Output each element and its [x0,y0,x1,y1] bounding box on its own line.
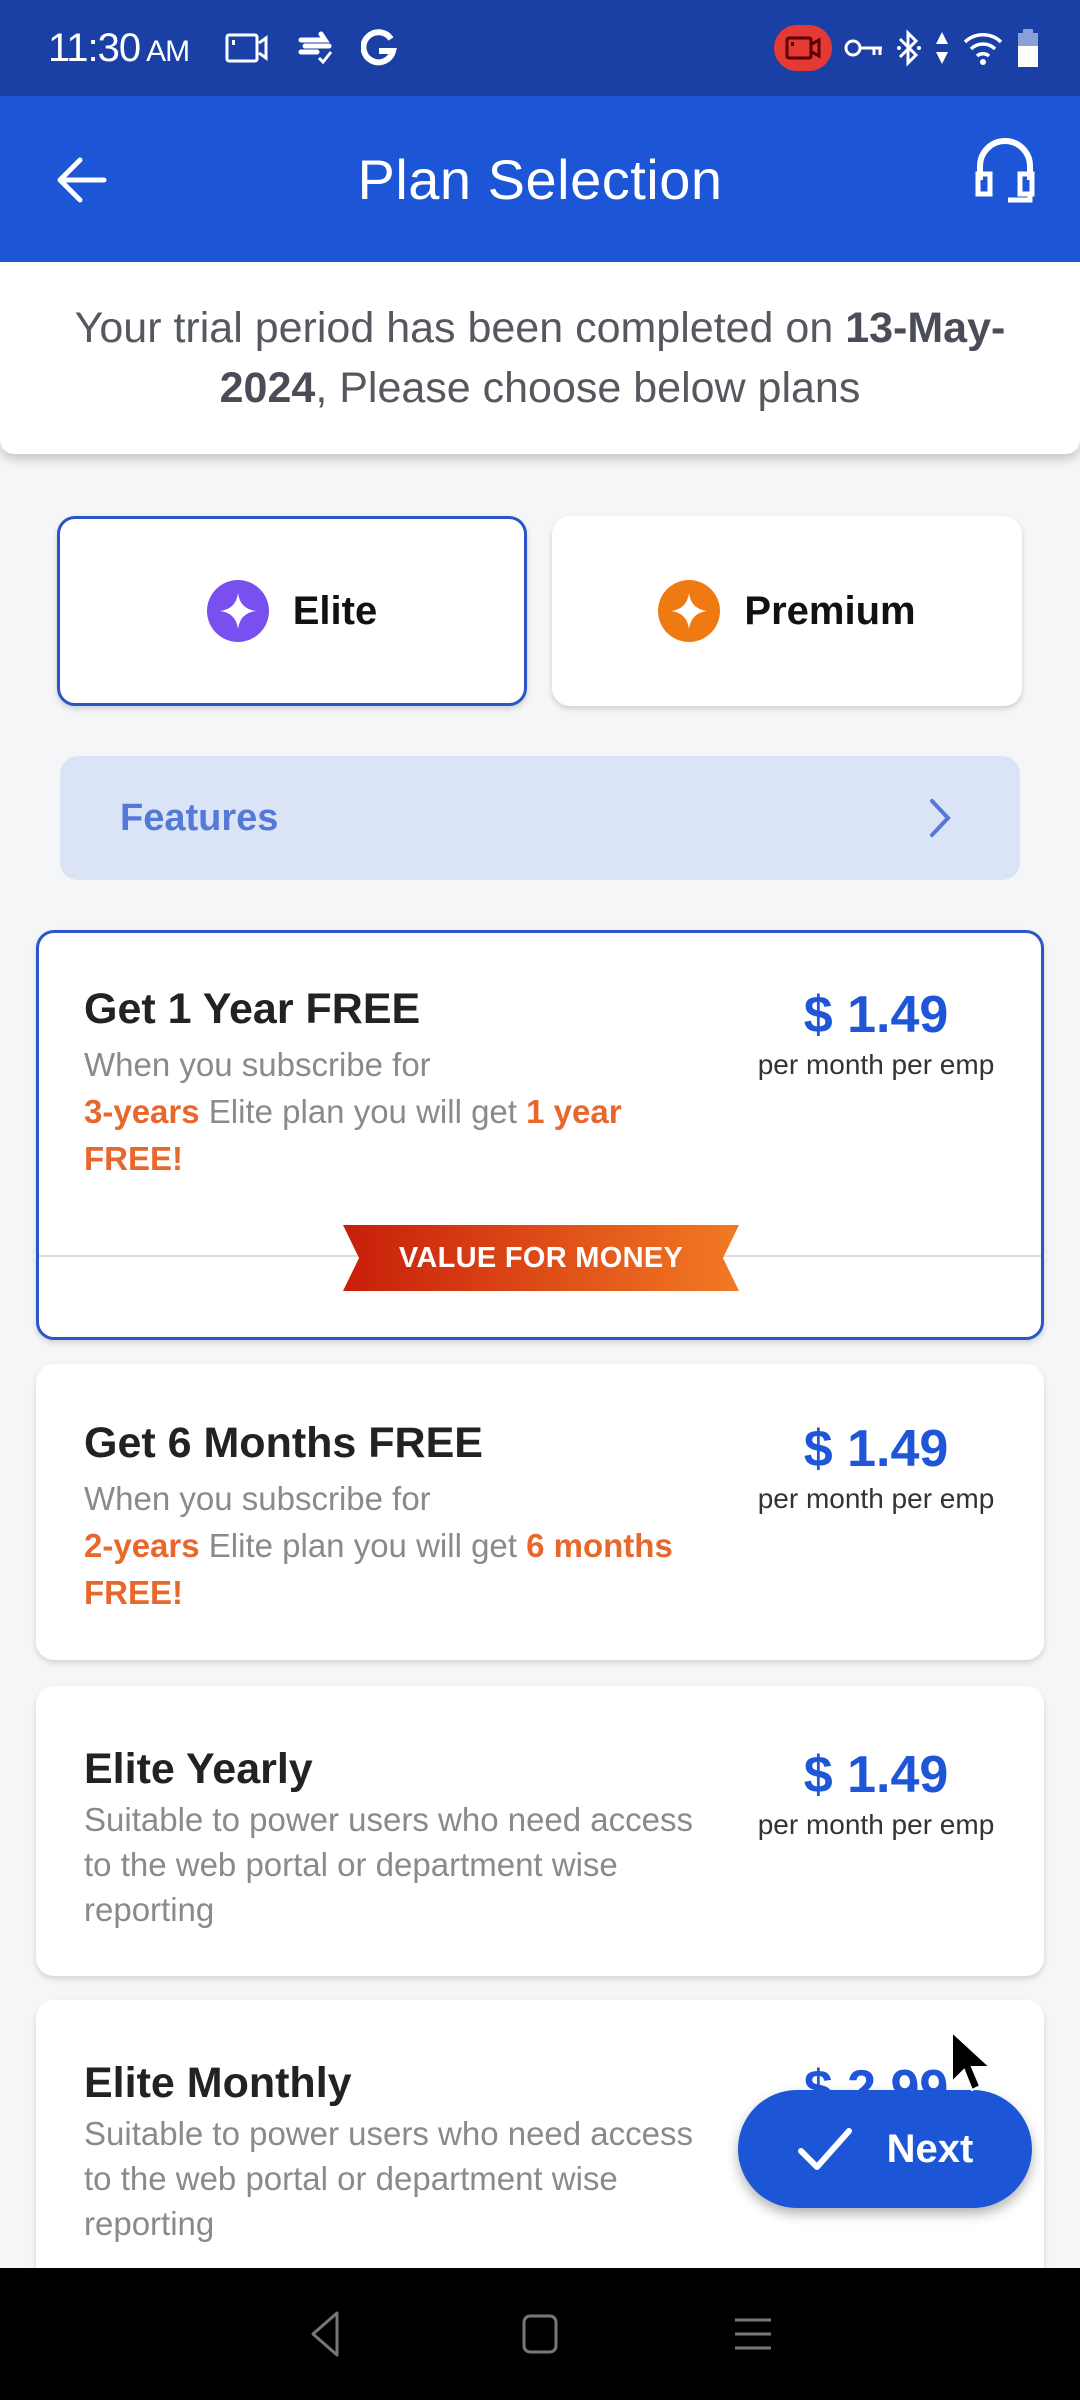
page-title: Plan Selection [357,147,723,211]
data-arrows-icon [934,30,950,66]
price-unit: per month per emp [757,1809,995,1840]
nav-back-button[interactable] [297,2304,357,2364]
value-for-money-ribbon: VALUE FOR MONEY [343,1225,739,1291]
elite-star-icon [206,580,269,642]
plan-price: $ 1.49 per month per emp [751,985,1001,1081]
plan-title: Get 1 Year FREE [84,985,421,1033]
arrow-left-icon [57,157,107,203]
system-nav-bar [0,2268,1080,2400]
status-time-value: 11:30 [48,25,141,70]
plan-description: Suitable to power users who need access … [84,1801,694,1928]
price-unit: per month per emp [757,1483,995,1514]
premium-star-icon [658,580,721,642]
price-unit: per month per emp [757,1049,995,1080]
plan-title: Elite Yearly [84,1745,313,1793]
home-nav-icon [522,2314,558,2354]
trial-message-prefix: Your trial period has been completed on [74,304,846,352]
desc-text: When you subscribe for [84,1046,431,1083]
status-time: 11:30 AM [48,25,190,71]
mouse-cursor-icon [951,2030,993,2092]
trial-message: Your trial period has been completed on … [70,298,1010,418]
plan-tab-premium[interactable]: Premium [552,516,1022,706]
status-right-icons [774,25,1040,71]
trial-banner: Your trial period has been completed on … [0,262,1080,454]
ribbon-label: VALUE FOR MONEY [398,1241,684,1274]
price-amount: $ 1.49 [803,986,949,1044]
plan-tab-label: Premium [744,588,916,633]
next-button-label: Next [886,2126,974,2171]
back-nav-icon [311,2311,339,2357]
headset-icon [975,138,1035,203]
plan-description: Suitable to power users who need access … [84,2115,694,2242]
plan-price: $ 1.49 per month per emp [751,1419,1001,1515]
price-amount: $ 1.49 [803,1420,949,1478]
checkmark-icon [797,2128,852,2170]
chevron-right-icon [930,799,951,837]
app-bar: Plan Selection [0,96,1080,262]
plan-tab-elite[interactable]: Elite [57,516,527,706]
plan-tab-label: Elite [292,588,378,633]
google-icon [361,29,398,67]
wifi-icon [962,30,1004,66]
recording-badge-icon [774,25,832,71]
screen-record-icon [225,32,269,64]
desc-text: When you subscribe for [84,1480,431,1517]
plan-price: $ 1.49 per month per emp [751,1745,1001,1841]
nav-recents-button[interactable] [723,2304,783,2364]
status-bar: 11:30 AM [0,0,1080,96]
plan-card-6-months-free[interactable]: Get 6 Months FREE When you subscribe for… [36,1364,1044,1660]
plan-description: When you subscribe for 2-years Elite pla… [84,1475,724,1616]
features-row[interactable]: Features [60,756,1020,880]
recents-nav-icon [735,2318,772,2350]
desc-highlight: 2-years [84,1527,200,1564]
status-time-ampm: AM [146,34,190,68]
plan-title: Elite Monthly [84,2059,352,2107]
plan-description: When you subscribe for 3-years Elite pla… [84,1041,724,1182]
support-button[interactable] [970,136,1040,206]
trial-message-suffix: , Please choose below plans [315,364,861,412]
vpn-key-icon [844,36,884,60]
desc-text: Elite plan you will get [199,1093,527,1130]
status-left-icons [225,29,398,67]
plan-title: Get 6 Months FREE [84,1419,483,1467]
desc-highlight: 3-years [84,1093,200,1130]
features-label: Features [120,796,279,839]
nav-home-button[interactable] [510,2304,570,2364]
sync-icon [295,30,335,66]
plan-card-1-year-free[interactable]: Get 1 Year FREE When you subscribe for 3… [36,930,1044,1340]
price-amount: $ 1.49 [803,1746,949,1804]
next-button[interactable]: Next [738,2090,1032,2208]
back-button[interactable] [52,150,112,210]
bluetooth-icon [896,28,922,68]
desc-text: Elite plan you will get [199,1527,527,1564]
battery-icon [1016,28,1040,68]
plan-card-elite-yearly[interactable]: Elite Yearly Suitable to power users who… [36,1686,1044,1976]
